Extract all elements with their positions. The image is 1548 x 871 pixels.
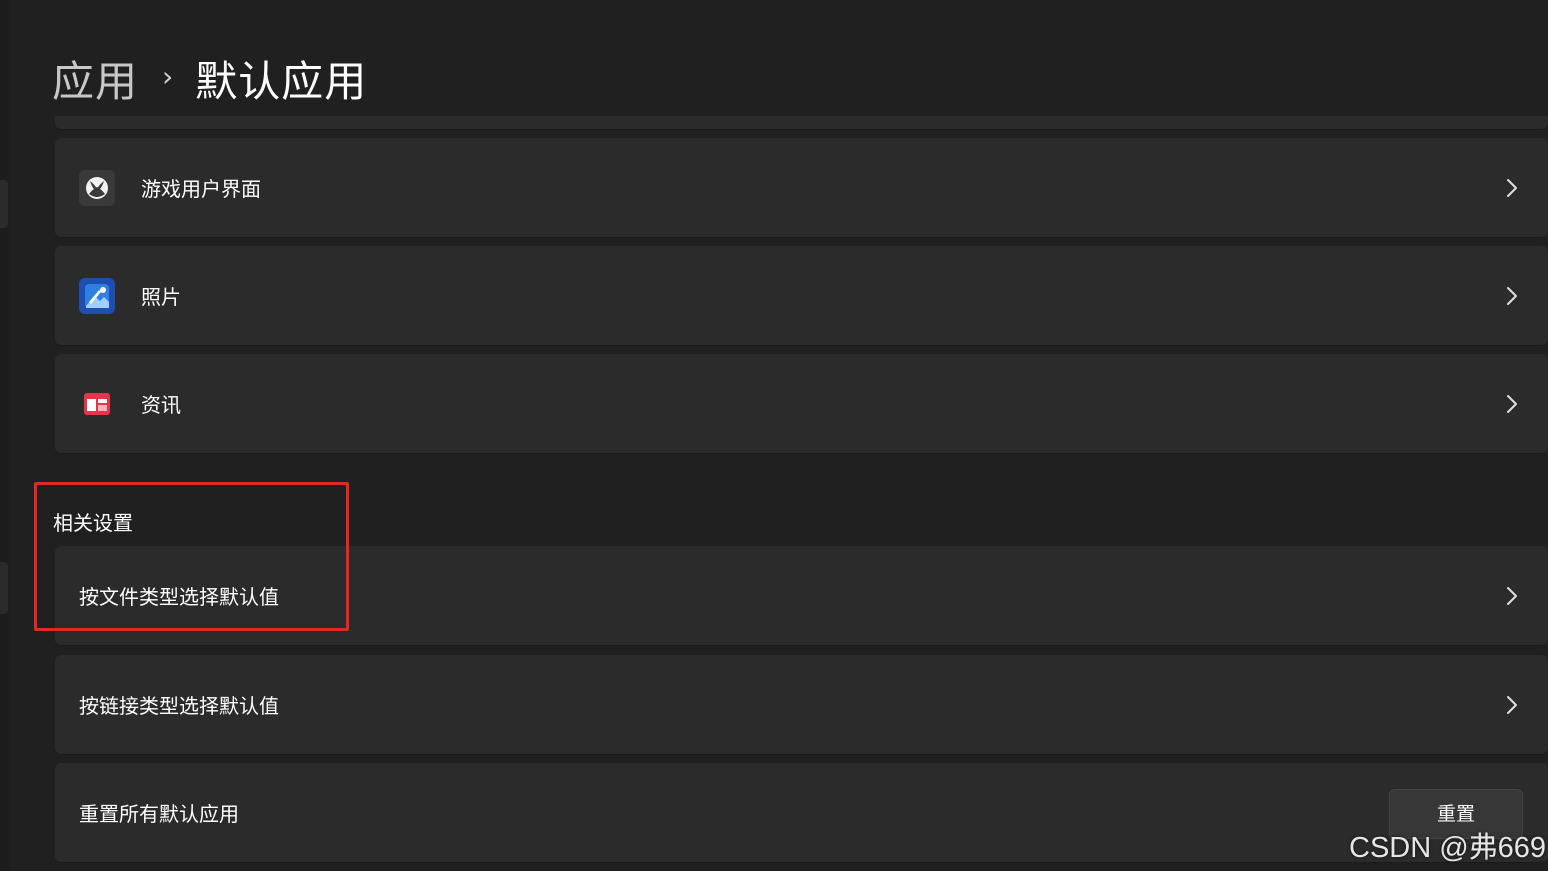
settings-page: 应用 › 默认应用 游戏用户界面 照片 资讯 相关设置 按文件类型选择默认值 按… — [0, 0, 1548, 871]
chevron-right-icon — [1501, 585, 1523, 607]
setting-label: 按文件类型选择默认值 — [79, 585, 279, 609]
nav-item-edge[interactable] — [0, 180, 8, 228]
chevron-right-icon — [1501, 694, 1523, 716]
partial-app-card[interactable] — [55, 116, 1548, 130]
app-card-news[interactable]: 资讯 — [55, 354, 1548, 454]
choose-defaults-by-link-type[interactable]: 按链接类型选择默认值 — [55, 655, 1548, 755]
app-card-gaming[interactable]: 游戏用户界面 — [55, 138, 1548, 238]
news-icon — [79, 386, 115, 422]
breadcrumb-separator-icon: › — [162, 59, 174, 93]
xbox-icon — [79, 169, 115, 206]
breadcrumb-parent[interactable]: 应用 — [52, 48, 138, 109]
app-card-label: 照片 — [141, 285, 181, 309]
related-settings-heading: 相关设置 — [53, 511, 133, 535]
app-card-photos[interactable]: 照片 — [55, 246, 1548, 346]
setting-label: 重置所有默认应用 — [79, 802, 239, 826]
app-card-label: 资讯 — [141, 393, 181, 417]
setting-label: 按链接类型选择默认值 — [79, 694, 279, 718]
chevron-right-icon — [1501, 285, 1523, 307]
chevron-right-icon — [1501, 177, 1523, 199]
app-card-label: 游戏用户界面 — [141, 177, 261, 201]
watermark: CSDN @弗669 — [1349, 832, 1547, 864]
choose-defaults-by-file-type[interactable]: 按文件类型选择默认值 — [55, 546, 1548, 646]
reset-all-defaults-card: 重置所有默认应用 重置 — [55, 763, 1548, 863]
chevron-right-icon — [1501, 393, 1523, 415]
nav-pane-edge — [0, 0, 10, 871]
page-title: 默认应用 — [195, 56, 368, 106]
photos-icon — [79, 277, 115, 314]
nav-item-edge[interactable] — [0, 562, 8, 614]
breadcrumb: 应用 › 默认应用 — [52, 50, 367, 106]
